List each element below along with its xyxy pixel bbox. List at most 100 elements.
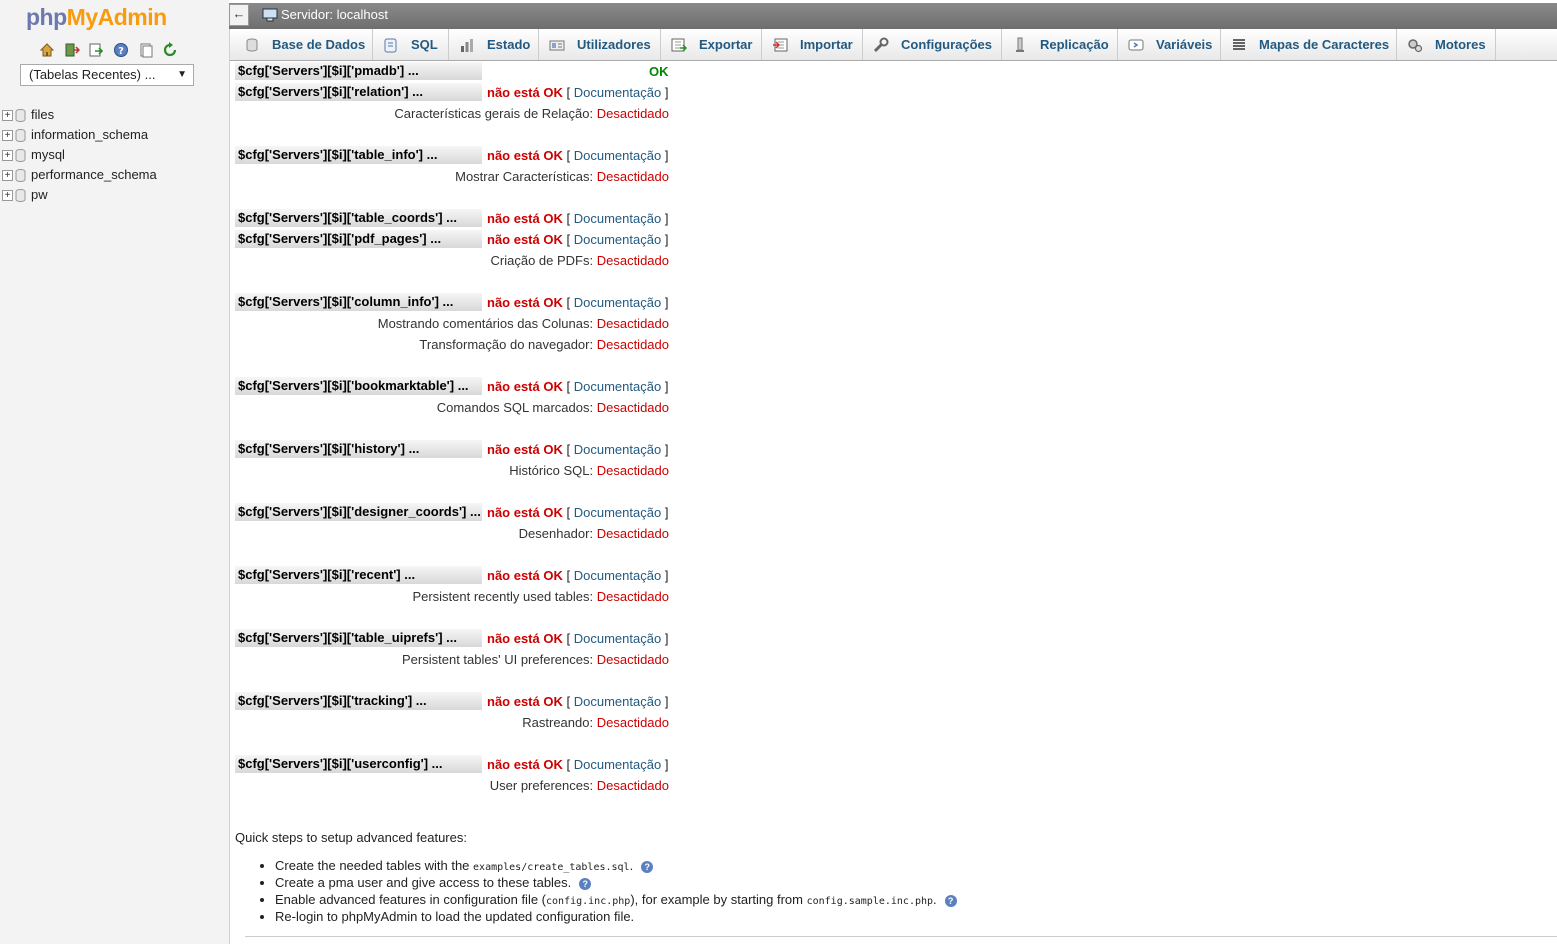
svg-text:?: ? <box>118 46 124 57</box>
config-block-table-uiprefs: $cfg['Servers'][$i]['table_uiprefs'] ...… <box>235 628 675 670</box>
tab-status[interactable]: Estado <box>449 29 539 60</box>
tab-variables[interactable]: Variáveis <box>1118 29 1221 60</box>
chevron-down-icon: ▼ <box>177 69 187 80</box>
feature-disabled: Desactidado <box>596 400 669 415</box>
database-item-performance-schema[interactable]: + performance_schema <box>2 166 157 186</box>
main-content: $cfg['Servers'][$i]['pmadb'] ... OK $cfg… <box>230 60 1557 944</box>
database-icon <box>15 129 26 143</box>
documentation-link[interactable]: Documentação <box>574 694 661 709</box>
documentation-link[interactable]: Documentação <box>574 442 661 457</box>
feature-row: Histórico SQL: Desactidado <box>509 463 669 478</box>
config-row: $cfg['Servers'][$i]['pdf_pages'] ... não… <box>235 229 675 250</box>
feature-disabled: Desactidado <box>596 589 669 604</box>
top-menu: Base de Dados SQL Estado Utilizadores Ex… <box>230 29 1557 61</box>
config-block-bookmark: $cfg['Servers'][$i]['bookmarktable'] ...… <box>235 376 675 418</box>
wrench-icon <box>873 37 889 53</box>
documentation-link[interactable]: Documentação <box>574 757 661 772</box>
documentation-link[interactable]: Documentação <box>574 631 661 646</box>
documentation-link[interactable]: Documentação <box>574 505 661 520</box>
help-icon[interactable]: ? <box>113 42 129 58</box>
quick-steps-list: Create the needed tables with the exampl… <box>275 857 957 925</box>
config-row: $cfg['Servers'][$i]['userconfig'] ... nã… <box>235 754 675 775</box>
collapse-navigation-button[interactable]: ← <box>229 4 249 26</box>
config-key: $cfg['Servers'][$i]['tracking'] ... <box>235 692 482 710</box>
engines-icon <box>1408 39 1423 53</box>
list-item: Re-login to phpMyAdmin to load the updat… <box>275 908 957 925</box>
feature-row: Rastreando: Desactidado <box>522 715 669 730</box>
status-not-ok: não está OK [ Documentação ] <box>487 148 669 163</box>
database-item-files[interactable]: + files <box>2 106 157 126</box>
tab-users[interactable]: Utilizadores <box>539 29 661 60</box>
config-key: $cfg['Servers'][$i]['table_uiprefs'] ... <box>235 629 482 647</box>
config-key: $cfg['Servers'][$i]['history'] ... <box>235 440 482 458</box>
documentation-icon[interactable] <box>138 42 154 58</box>
documentation-link[interactable]: Documentação <box>574 568 661 583</box>
config-row: $cfg['Servers'][$i]['designer_coords'] .… <box>235 502 675 523</box>
help-icon[interactable]: ? <box>944 894 957 907</box>
feature-disabled: Desactidado <box>596 253 669 268</box>
documentation-link[interactable]: Documentação <box>574 148 661 163</box>
documentation-link[interactable]: Documentação <box>574 211 661 226</box>
expand-icon[interactable]: + <box>2 130 13 142</box>
server-breadcrumb-bar: ← Servidor: localhost <box>229 0 1557 29</box>
config-row: $cfg['Servers'][$i]['column_info'] ... n… <box>235 292 675 313</box>
tab-databases[interactable]: Base de Dados <box>234 29 373 60</box>
reload-icon[interactable] <box>162 41 178 58</box>
expand-icon[interactable]: + <box>2 190 13 202</box>
database-icon <box>15 149 26 163</box>
tab-settings[interactable]: Configurações <box>863 29 1002 60</box>
feature-disabled: Desactidado <box>596 715 669 730</box>
sql-query-icon[interactable] <box>88 42 104 58</box>
feature-disabled: Desactidado <box>596 652 669 667</box>
charset-icon <box>1233 39 1245 50</box>
help-icon[interactable]: ? <box>579 877 592 890</box>
tab-import[interactable]: Importar <box>762 29 863 60</box>
documentation-link[interactable]: Documentação <box>574 232 661 247</box>
status-not-ok: não está OK [ Documentação ] <box>487 568 669 583</box>
phpmyadmin-logo[interactable]: phpMyAdmin <box>26 4 167 31</box>
config-row: $cfg['Servers'][$i]['table_coords'] ... … <box>235 208 675 229</box>
help-icon[interactable]: ? <box>641 860 654 873</box>
recent-tables-select[interactable]: (Tabelas Recentes) ... ▼ <box>20 64 194 86</box>
feature-row: Persistent tables' UI preferences: Desac… <box>402 652 669 667</box>
feature-disabled: Desactidado <box>596 778 669 793</box>
documentation-link[interactable]: Documentação <box>574 379 661 394</box>
database-icon <box>15 189 26 203</box>
documentation-link[interactable]: Documentação <box>574 295 661 310</box>
tab-sql[interactable]: SQL <box>373 29 449 60</box>
status-not-ok: não está OK [ Documentação ] <box>487 379 669 394</box>
tab-export[interactable]: Exportar <box>661 29 762 60</box>
divider <box>245 936 1557 937</box>
config-row: $cfg['Servers'][$i]['history'] ... não e… <box>235 439 675 460</box>
quick-steps-title: Quick steps to setup advanced features: <box>235 830 467 845</box>
database-tree: + files + information_schema + mysql + perfo… <box>2 106 157 206</box>
list-item: Enable advanced features in configuratio… <box>275 891 957 908</box>
home-icon[interactable] <box>39 42 55 58</box>
database-item-information-schema[interactable]: + information_schema <box>2 126 157 146</box>
config-key: $cfg['Servers'][$i]['column_info'] ... <box>235 293 482 311</box>
expand-icon[interactable]: + <box>2 110 13 122</box>
expand-icon[interactable]: + <box>2 150 13 162</box>
config-key: $cfg['Servers'][$i]['userconfig'] ... <box>235 755 482 773</box>
expand-icon[interactable]: + <box>2 170 13 182</box>
feature-disabled: Desactidado <box>596 169 669 184</box>
variables-icon <box>1128 39 1144 51</box>
logout-icon[interactable] <box>64 42 80 58</box>
tab-engines[interactable]: Motores <box>1397 29 1496 60</box>
config-row: $cfg['Servers'][$i]['pmadb'] ... OK <box>235 61 675 82</box>
database-item-pw[interactable]: + pw <box>2 186 157 206</box>
config-block-history: $cfg['Servers'][$i]['history'] ... não e… <box>235 439 675 481</box>
feature-row: Características gerais de Relação: Desac… <box>394 106 669 121</box>
config-key: $cfg['Servers'][$i]['pmadb'] ... <box>235 62 482 80</box>
tab-replication[interactable]: Replicação <box>1002 29 1118 60</box>
list-item: Create the needed tables with the exampl… <box>275 857 957 874</box>
server-icon <box>262 8 278 22</box>
config-key: $cfg['Servers'][$i]['pdf_pages'] ... <box>235 230 482 248</box>
server-link[interactable]: Servidor: localhost <box>281 7 388 22</box>
config-key: $cfg['Servers'][$i]['relation'] ... <box>235 83 482 101</box>
tab-charsets[interactable]: Mapas de Caracteres <box>1221 29 1397 60</box>
database-item-mysql[interactable]: + mysql <box>2 146 157 166</box>
documentation-link[interactable]: Documentação <box>574 85 661 100</box>
feature-row: Transformação do navegador: Desactidado <box>419 337 669 352</box>
database-icon <box>15 169 26 183</box>
